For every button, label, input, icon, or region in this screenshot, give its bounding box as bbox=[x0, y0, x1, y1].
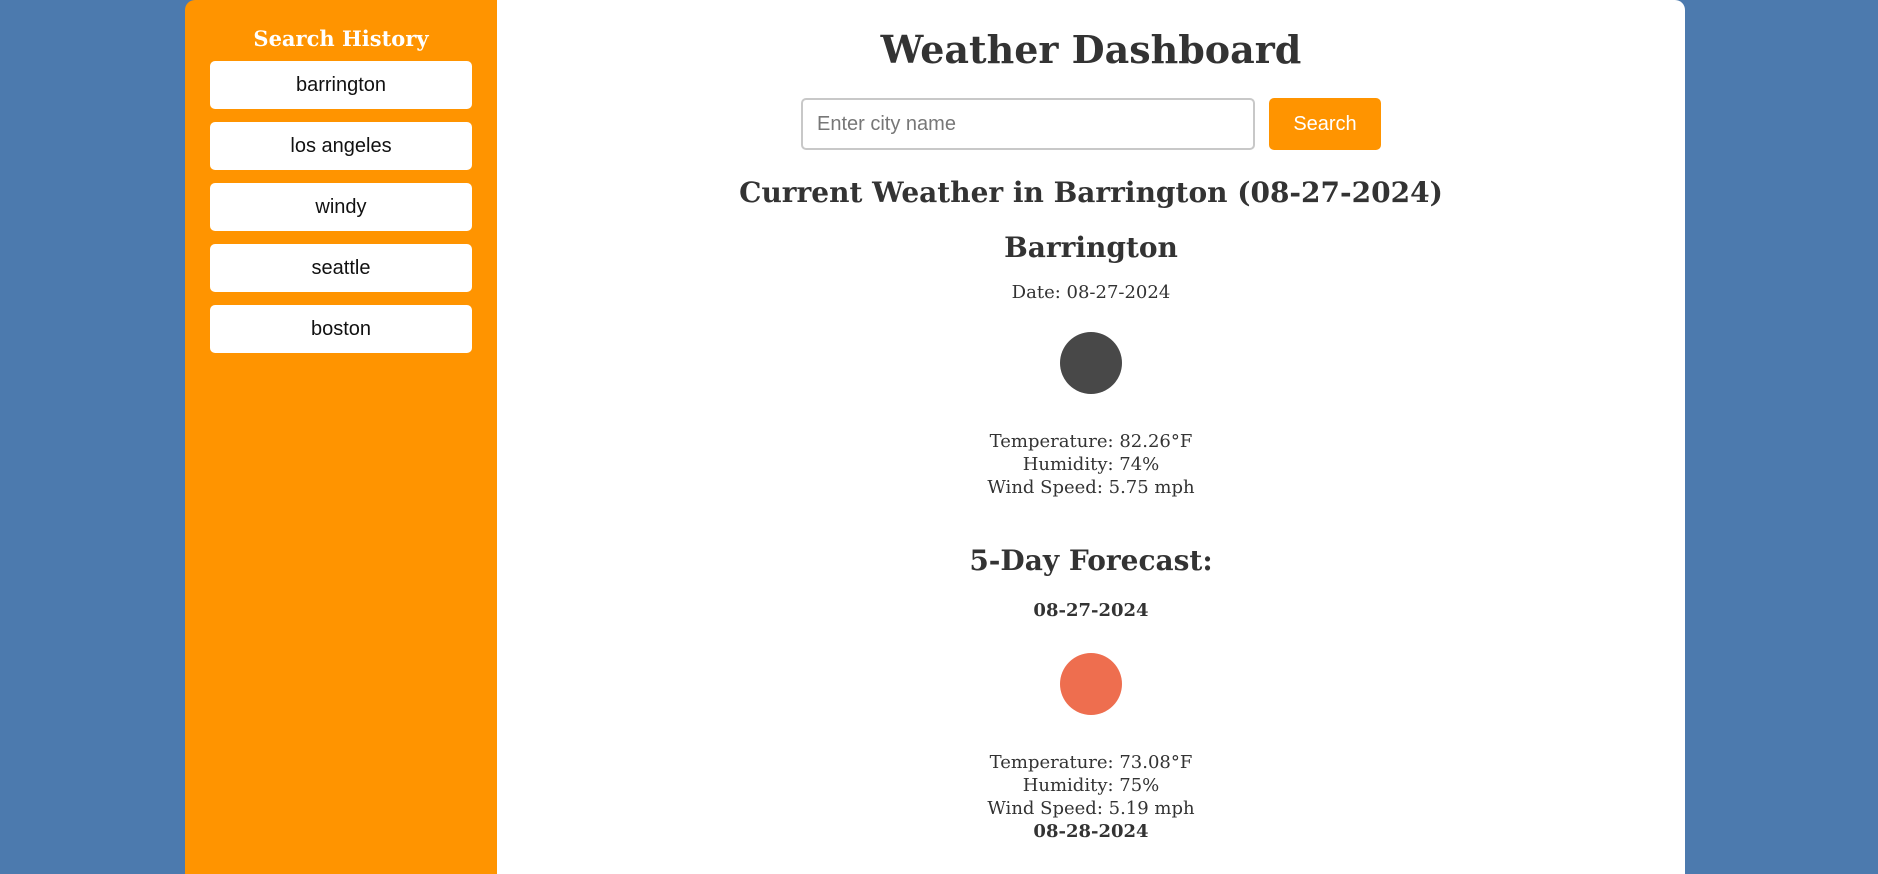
app-container: Search History barrington los angeles wi… bbox=[185, 0, 1685, 874]
forecast-day-date: 08-27-2024 bbox=[1033, 600, 1149, 621]
history-item-windy[interactable]: windy bbox=[210, 183, 472, 231]
forecast-day-date: 08-28-2024 bbox=[1033, 821, 1149, 842]
forecast-section: 5-Day Forecast: 08-27-2024 Temperature: … bbox=[969, 499, 1212, 843]
history-item-los-angeles[interactable]: los angeles bbox=[210, 122, 472, 170]
current-weather-heading: Current Weather in Barrington (08-27-202… bbox=[739, 176, 1443, 209]
current-temperature: Temperature: 82.26°F bbox=[989, 431, 1193, 452]
page-title: Weather Dashboard bbox=[880, 27, 1302, 72]
city-search-input[interactable] bbox=[801, 98, 1255, 150]
current-city-name: Barrington bbox=[1004, 231, 1178, 264]
weather-icon bbox=[1059, 653, 1122, 715]
forecast-temperature: Temperature: 73.08°F bbox=[989, 752, 1193, 773]
forecast-day-stats: Temperature: 73.08°F Humidity: 75% Wind … bbox=[987, 751, 1194, 820]
current-stats: Temperature: 82.26°F Humidity: 74% Wind … bbox=[987, 430, 1194, 499]
weather-icon bbox=[1059, 332, 1122, 394]
current-wind-speed: Wind Speed: 5.75 mph bbox=[987, 477, 1195, 498]
history-list: barrington los angeles windy seattle bos… bbox=[210, 61, 472, 353]
history-item-seattle[interactable]: seattle bbox=[210, 244, 472, 292]
history-item-barrington[interactable]: barrington bbox=[210, 61, 472, 109]
current-date: Date: 08-27-2024 bbox=[1011, 282, 1171, 303]
search-row: Search bbox=[801, 98, 1381, 150]
current-weather-section: Current Weather in Barrington (08-27-202… bbox=[739, 150, 1443, 499]
search-history-sidebar: Search History barrington los angeles wi… bbox=[185, 0, 497, 874]
main-panel: Weather Dashboard Search Current Weather… bbox=[497, 0, 1685, 874]
forecast-humidity: Humidity: 75% bbox=[1022, 775, 1160, 796]
sidebar-title: Search History bbox=[253, 26, 429, 51]
history-item-boston[interactable]: boston bbox=[210, 305, 472, 353]
search-button[interactable]: Search bbox=[1269, 98, 1381, 150]
forecast-wind-speed: Wind Speed: 5.19 mph bbox=[987, 798, 1195, 819]
forecast-heading: 5-Day Forecast: bbox=[969, 544, 1213, 577]
current-humidity: Humidity: 74% bbox=[1022, 454, 1160, 475]
